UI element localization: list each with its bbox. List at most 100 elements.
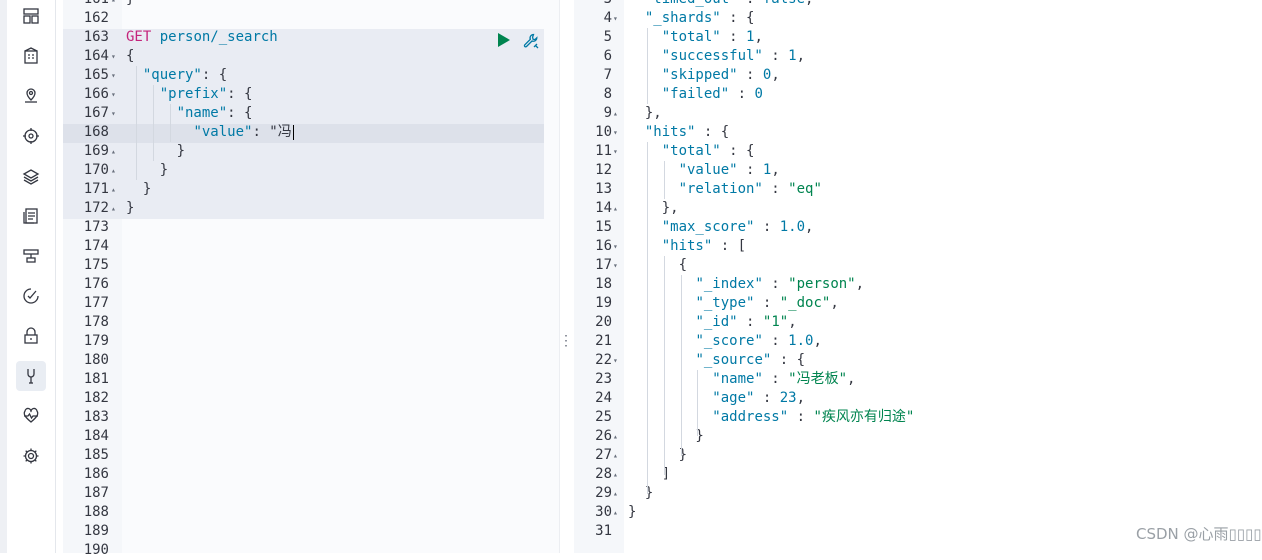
response-fold-toggle-icon[interactable]: ▾ (613, 123, 621, 142)
response-fold-toggle-icon[interactable]: ▾ (613, 237, 621, 256)
response-fold-toggle-icon[interactable]: ▴ (613, 427, 621, 446)
response-fold-toggle-icon[interactable]: ▴ (613, 446, 621, 465)
response-fold-toggle-icon[interactable]: ▾ (613, 351, 621, 370)
request-code-line: } (126, 143, 186, 159)
sidebar-item-uptime[interactable] (16, 241, 46, 271)
logs-icon (23, 208, 38, 224)
response-fold-toggle-icon[interactable]: ▴ (613, 104, 621, 123)
response-code-line: { (628, 257, 688, 273)
response-code-line: } (628, 447, 688, 463)
response-line-number: 31 (595, 523, 612, 539)
response-line-number: 14 (595, 200, 612, 216)
request-line-number: 172 (83, 200, 109, 216)
response-line-number: 17 (595, 257, 612, 273)
request-code-line: } (126, 181, 152, 197)
sidebar-item-cluster[interactable] (16, 121, 46, 151)
response-code-line: "_type" : "_doc", (695, 295, 839, 311)
request-line-number: 173 (83, 219, 109, 235)
request-line-number: 171 (83, 181, 109, 197)
response-code-line: "address" : "疾风亦有归途" (712, 409, 915, 425)
response-line-number: 10 (595, 124, 612, 140)
request-code-line: "value": "冯 (193, 124, 294, 140)
response-fold-toggle-icon[interactable]: ▴ (613, 199, 621, 218)
request-line-number: 175 (83, 257, 109, 273)
request-code-line: } (126, 200, 135, 216)
response-line-number: 3 (574, 0, 612, 9)
watermark: CSDN @心雨▯▯▯▯ (1136, 525, 1262, 543)
response-fold-toggle-icon[interactable]: ▾ (613, 142, 621, 161)
dev-tools-icon (27, 369, 35, 384)
response-fold-toggle-icon[interactable]: ▾ (613, 9, 621, 28)
panel-divider[interactable] (559, 0, 575, 553)
request-line-number: 176 (83, 276, 109, 292)
request-code-line: } (126, 162, 169, 178)
response-line-number: 18 (595, 276, 612, 292)
request-line-number: 181 (83, 371, 109, 387)
stack-icon (22, 169, 40, 185)
response-line-number: 25 (595, 409, 612, 425)
request-fold-toggle-icon[interactable]: ▾ (111, 47, 119, 66)
request-line-number: 168 (83, 124, 109, 140)
sidebar-item-gear[interactable] (16, 441, 46, 471)
sidebar-item-building[interactable] (16, 41, 46, 71)
response-fold-toggle-icon[interactable]: ▾ (613, 256, 621, 275)
request-fold-toggle-icon[interactable]: ▴ (111, 142, 119, 161)
response-line-number: 15 (595, 219, 612, 235)
sidebar-item-apm[interactable] (16, 281, 46, 311)
response-line-number: 19 (595, 295, 612, 311)
text-cursor (292, 124, 294, 140)
sidebar-item-heartbeat[interactable] (16, 401, 46, 431)
response-code-line: "hits" : { (644, 124, 730, 140)
request-line-number: 164 (83, 48, 109, 64)
request-line-number: 179 (83, 333, 109, 349)
request-fold-toggle-icon[interactable]: ▴ (111, 0, 119, 9)
response-line-number: 30 (595, 504, 612, 520)
response-line-number: 26 (595, 428, 612, 444)
request-code-line: "name": { (176, 105, 253, 121)
sidebar-item-lock[interactable] (16, 321, 46, 351)
indent-guide (680, 275, 682, 456)
response-line-number: 9 (603, 105, 612, 121)
response-code-line: "age" : 23, (712, 390, 806, 406)
sidebar-item-logs[interactable] (16, 201, 46, 231)
request-fold-toggle-icon[interactable]: ▾ (111, 85, 119, 104)
request-fold-toggle-icon[interactable]: ▾ (111, 66, 119, 85)
request-fold-toggle-icon[interactable]: ▴ (111, 161, 119, 180)
run-request-button[interactable] (495, 31, 513, 49)
request-fold-toggle-icon[interactable]: ▾ (111, 104, 119, 123)
indent-guide (646, 28, 648, 104)
request-line-number: 189 (83, 523, 109, 539)
request-line-number: 162 (83, 10, 109, 26)
response-line-number: 29 (595, 485, 612, 501)
request-code-line: } (126, 0, 134, 9)
response-code-line: "_score" : 1.0, (695, 333, 822, 349)
request-line-number: 170 (83, 162, 109, 178)
request-line-number: 183 (83, 409, 109, 425)
request-line-number: 167 (83, 105, 109, 121)
response-line-number: 5 (603, 29, 612, 45)
response-line-number: 11 (595, 143, 612, 159)
sidebar-item-stack[interactable] (16, 161, 46, 191)
response-fold-toggle-icon[interactable]: ▴ (613, 503, 621, 522)
request-settings-button[interactable] (521, 31, 541, 51)
sidebar-item-map-pin[interactable] (16, 81, 46, 111)
request-fold-toggle-icon[interactable]: ▴ (111, 199, 119, 218)
response-fold-toggle-icon[interactable]: ▴ (613, 465, 621, 484)
response-line-number: 21 (595, 333, 612, 349)
sidebar-item-dev-tools[interactable] (16, 361, 46, 391)
indent-guide (646, 142, 648, 494)
request-line-number: 161 (63, 0, 109, 9)
indent-guide (697, 370, 699, 436)
wrench-icon (523, 33, 539, 49)
request-code-line: GET person/_search (126, 28, 278, 47)
response-line-number: 28 (595, 466, 612, 482)
response-fold-toggle-icon[interactable]: ▴ (613, 484, 621, 503)
request-path: person/_search (159, 29, 278, 45)
response-line-number: 23 (595, 371, 612, 387)
sidebar-item-dashboard[interactable] (16, 1, 46, 31)
lock-icon (24, 327, 38, 344)
resize-handle-icon[interactable]: ⋮ (559, 331, 573, 351)
request-fold-toggle-icon[interactable]: ▴ (111, 180, 119, 199)
request-line-number: 165 (83, 67, 109, 83)
map-pin-icon (25, 88, 37, 103)
